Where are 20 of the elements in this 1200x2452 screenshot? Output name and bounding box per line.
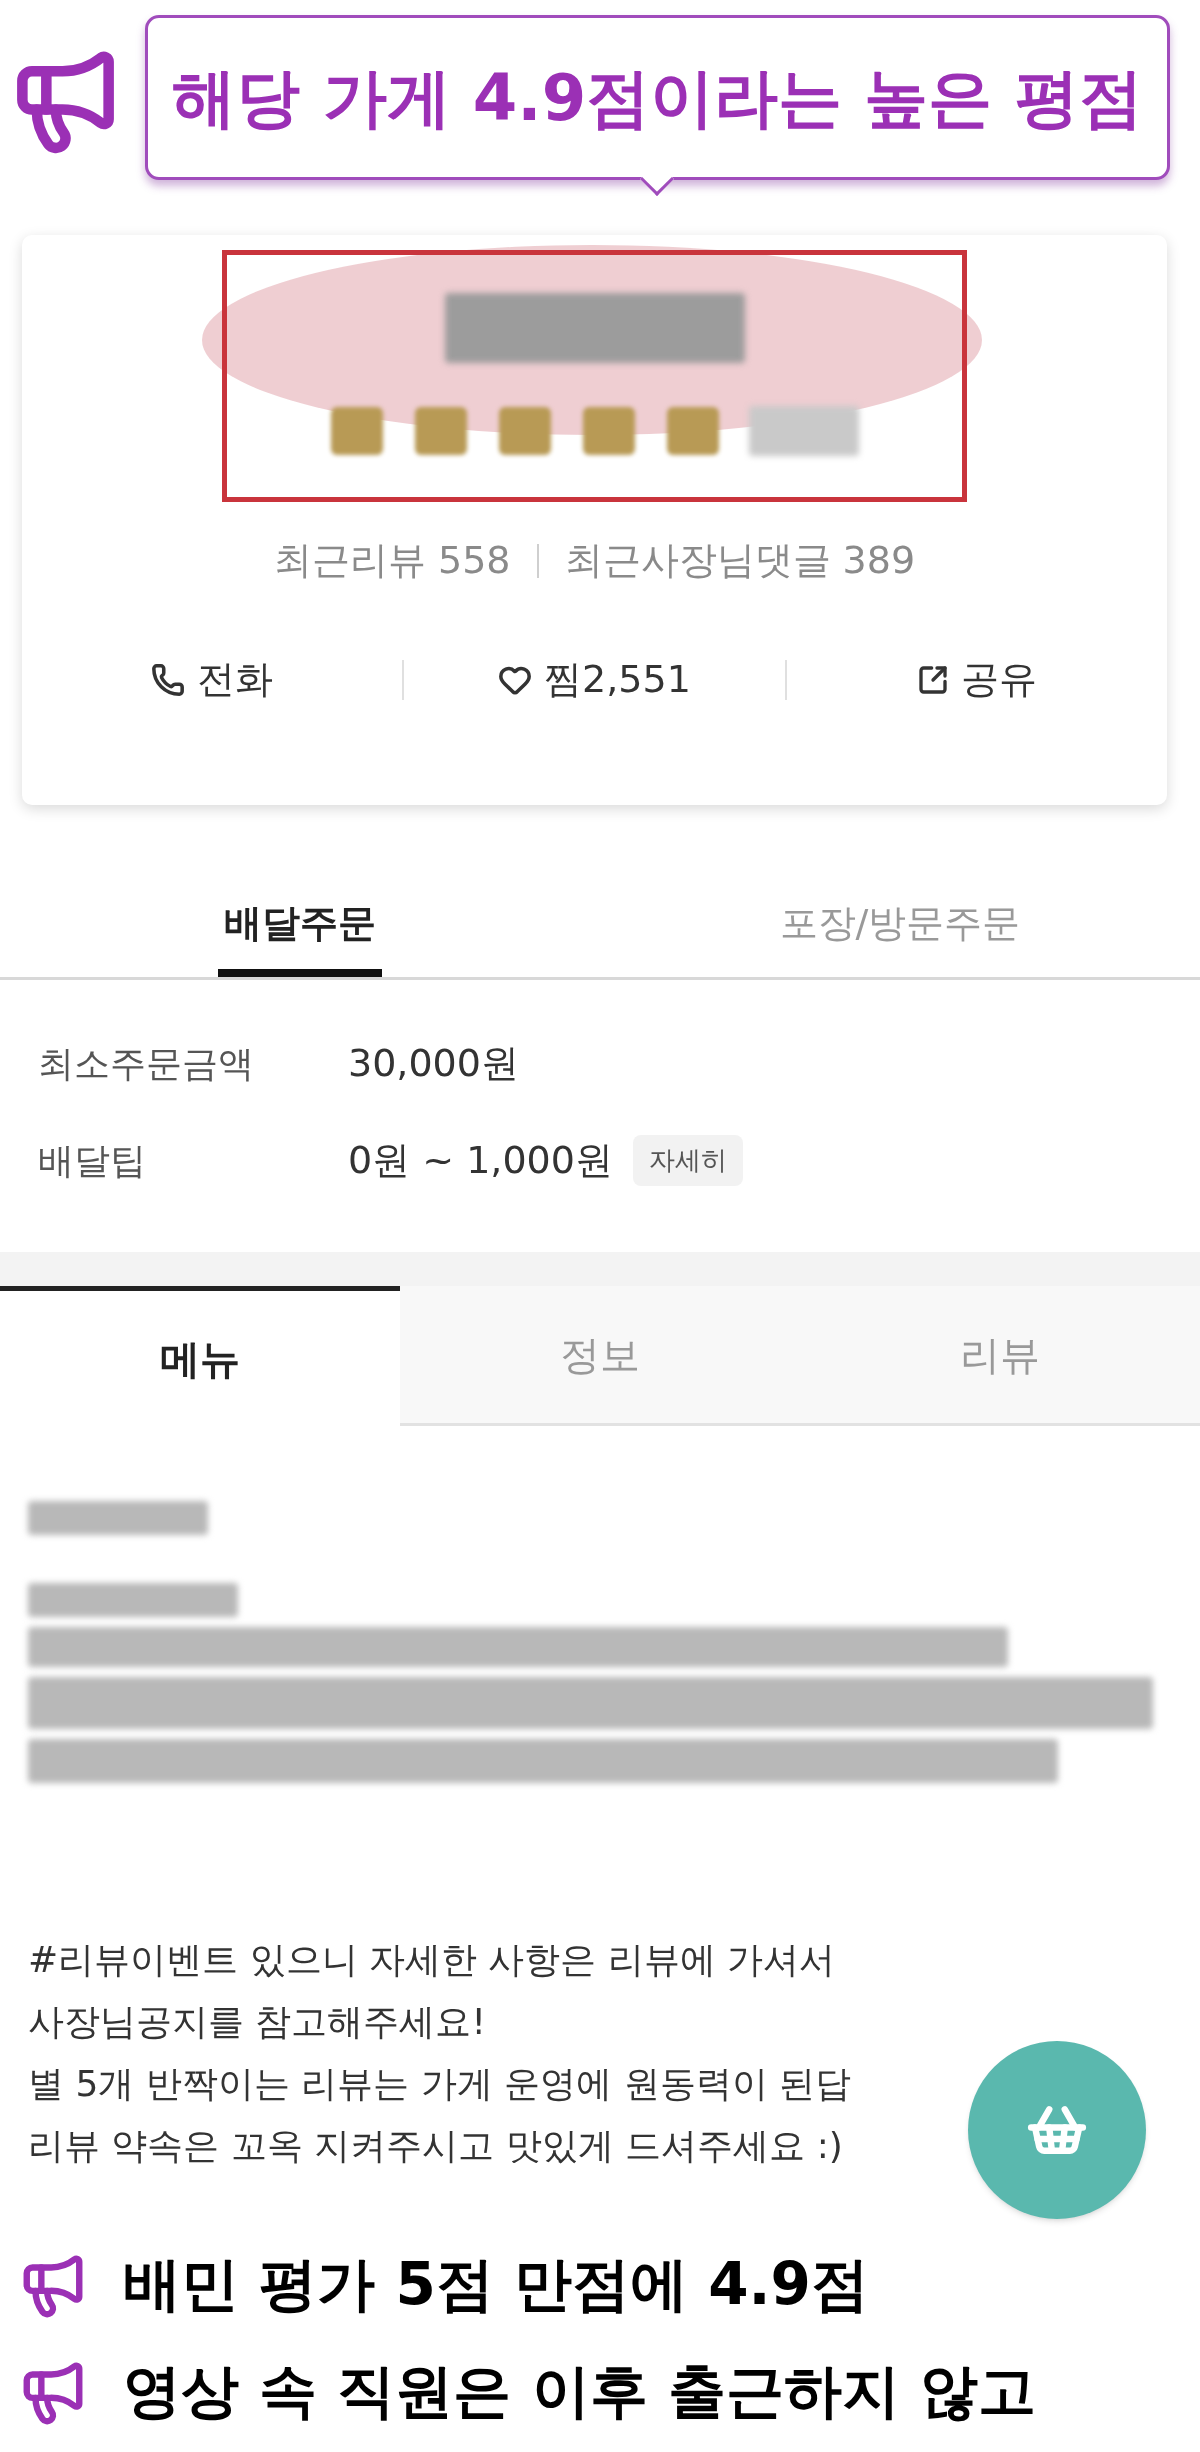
detail-button[interactable]: 자세히	[632, 1135, 743, 1186]
info-label: 배달팁	[38, 1138, 147, 1183]
notice-text: 사장님공지를 참고해주세요!	[28, 2000, 486, 2044]
action-button[interactable]: 공유	[916, 651, 1037, 708]
action-button[interactable]: 찜2,551	[498, 651, 691, 708]
review-stat: 최근리뷰 558	[273, 537, 511, 584]
share-icon	[916, 663, 949, 696]
caption-callout: 해당 가게 4.9점이라는 높은 평점	[145, 15, 1170, 180]
notice-text: 별 5개 반짝이는 리뷰는 가게 운영에 원동력이 된답	[28, 2062, 851, 2106]
info-label: 최소주문금액	[38, 1041, 255, 1086]
info-value: 0원 ~ 1,000원	[348, 1137, 613, 1184]
notice-text: #리뷰이벤트 있으니 자세한 사항은 리뷰에 가셔서	[28, 1938, 836, 1982]
phone-icon	[151, 662, 186, 697]
notice-text: 리뷰 약속은 꼬옥 지켜주시고 맛있게 드셔주세요 :)	[28, 2124, 843, 2168]
caption-text: 배민 평가 5점 만점에 4.9점	[123, 2249, 869, 2320]
action-button[interactable]: 전화	[151, 651, 274, 708]
order-tab[interactable]: 배달주문	[218, 877, 382, 977]
caption-text: 영상 속 직원은 이후 출근하지 않고	[123, 2356, 1036, 2427]
review-stat: 최근사장님댓글 389	[564, 537, 916, 584]
info-value: 30,000원	[348, 1040, 519, 1087]
